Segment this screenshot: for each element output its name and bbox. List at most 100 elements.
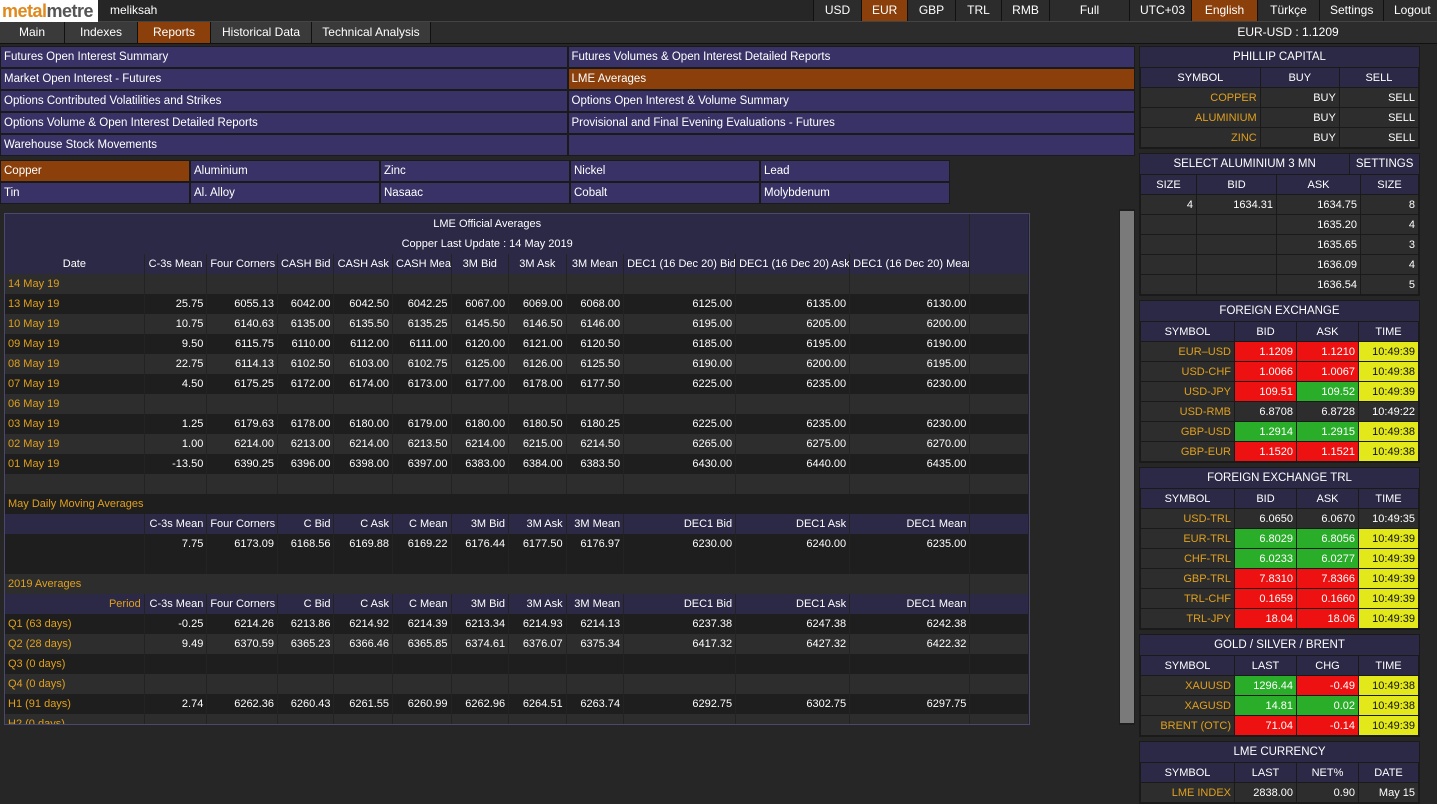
menu-item-options-contributed-volatilities-and-strikes[interactable]: Options Contributed Volatilities and Str… — [0, 90, 568, 112]
sell-button[interactable]: SELL — [1338, 127, 1420, 148]
blank-cell — [508, 474, 567, 494]
menu-row: Options Volume & Open Interest Detailed … — [0, 112, 1135, 134]
quote-symbol[interactable]: EUR-TRL — [1140, 528, 1235, 549]
metal-nickel[interactable]: Nickel — [570, 160, 760, 182]
menu-item-market-open-interest-futures[interactable]: Market Open Interest - Futures — [0, 68, 568, 90]
quote-bid: 6.8029 — [1234, 528, 1297, 549]
depth-col-bid: BID — [1196, 174, 1277, 195]
toplink-english[interactable]: English — [1191, 0, 1257, 21]
yearly-value — [333, 714, 394, 724]
row-date: 10 May 19 — [5, 314, 145, 334]
moving-value: 6240.00 — [735, 534, 851, 554]
row-value — [392, 274, 452, 294]
foreign-exchange-row-gbp-usd: GBP-USD 1.2914 1.2915 10:49:38 — [1140, 421, 1419, 442]
settings-button[interactable]: SETTINGS — [1349, 154, 1419, 174]
quote-symbol[interactable]: GBP-EUR — [1140, 441, 1235, 462]
col-header-cash-ask: CASH Ask — [333, 254, 394, 274]
metal-zinc[interactable]: Zinc — [380, 160, 570, 182]
toplink-full-screen[interactable]: Full Screen — [1049, 0, 1129, 37]
quote-bid: 1.2914 — [1234, 421, 1297, 442]
quote-symbol[interactable]: GBP-TRL — [1140, 568, 1235, 589]
scrollbar-thumb[interactable] — [1120, 211, 1134, 723]
quote-symbol[interactable]: LME INDEX — [1140, 782, 1235, 803]
quote-symbol[interactable]: BRENT (OTC) — [1140, 715, 1235, 736]
buy-button[interactable]: BUY — [1259, 127, 1340, 148]
menu-item-futures-open-interest-summary[interactable]: Futures Open Interest Summary — [0, 46, 568, 68]
menu-item-provisional-and-final-evening-evaluations-futures[interactable]: Provisional and Final Evening Evaluation… — [567, 112, 1135, 134]
buy-button[interactable]: BUY — [1259, 107, 1340, 128]
metal-cobalt[interactable]: Cobalt — [570, 182, 760, 204]
yearly-period: H1 (91 days) — [5, 694, 145, 714]
menu-item-options-open-interest-volume-summary[interactable]: Options Open Interest & Volume Summary — [567, 90, 1135, 112]
toplink-usd[interactable]: USD — [813, 0, 861, 21]
quote-symbol[interactable]: TRL-JPY — [1140, 608, 1235, 629]
metal-nasaac[interactable]: Nasaac — [380, 182, 570, 204]
tab-technical-analysis[interactable]: Technical Analysis — [312, 22, 431, 43]
toplink-settings[interactable]: Settings — [1319, 0, 1383, 21]
row-value: 6126.00 — [508, 354, 567, 374]
blank-cell — [144, 474, 208, 494]
row-value: 6225.00 — [623, 374, 737, 394]
yearly-value — [144, 674, 208, 694]
menu-item-lme-averages[interactable]: LME Averages — [567, 68, 1135, 90]
metal-tin[interactable]: Tin — [0, 182, 190, 204]
toplink-trl[interactable]: TRL — [955, 0, 1001, 21]
foreign-exchange-trl-table: SYMBOL BID ASK TIME USD-TRL 6.0650 6.0670 10:49… — [1140, 488, 1419, 629]
foreign-exchange-title: FOREIGN EXCHANGE — [1140, 301, 1419, 321]
metal-copper[interactable]: Copper — [0, 160, 190, 182]
tab-reports[interactable]: Reports — [138, 22, 211, 43]
depth-header: SIZE BID ASK SIZE — [1140, 174, 1419, 195]
metal-lead[interactable]: Lead — [760, 160, 950, 182]
row-value: 6115.75 — [206, 334, 278, 354]
quote-ask: 6.0277 — [1296, 548, 1359, 569]
row-value: 6195.00 — [735, 334, 851, 354]
quote-symbol[interactable]: USD-JPY — [1140, 381, 1235, 402]
select-instrument-dropdown[interactable]: SELECT ALUMINIUM 3 MN — [1140, 154, 1349, 174]
vertical-scrollbar[interactable] — [1119, 209, 1135, 725]
toplink-eur[interactable]: EUR — [861, 0, 907, 21]
quote-symbol[interactable]: USD-RMB — [1140, 401, 1235, 422]
yearly-value: 6374.61 — [451, 634, 510, 654]
lme-currency-header: SYMBOL LAST NET% DATE — [1140, 762, 1419, 783]
blank-row — [5, 554, 1029, 574]
sell-button[interactable]: SELL — [1338, 87, 1420, 108]
tab-historical-data[interactable]: Historical Data — [211, 22, 312, 43]
toplink-t-rk-e[interactable]: Türkçe — [1257, 0, 1319, 21]
yearly-period: Q3 (0 days) — [5, 654, 145, 674]
metal-al-alloy[interactable]: Al. Alloy — [190, 182, 380, 204]
tab-main[interactable]: Main — [0, 22, 65, 43]
quote-symbol[interactable]: XAGUSD — [1140, 695, 1235, 716]
row-value — [451, 394, 510, 414]
quote-symbol[interactable]: TRL-CHF — [1140, 588, 1235, 609]
sell-button[interactable]: SELL — [1338, 107, 1420, 128]
moving-value: 6169.22 — [392, 534, 452, 554]
toplink-utc-03[interactable]: UTC+03 — [1129, 0, 1191, 21]
buy-button[interactable]: BUY — [1259, 87, 1340, 108]
toplink-logout[interactable]: Logout — [1383, 0, 1437, 21]
quote-symbol[interactable]: USD-TRL — [1140, 508, 1235, 529]
menu-item-warehouse-stock-movements[interactable]: Warehouse Stock Movements — [0, 134, 568, 156]
quote-symbol[interactable]: CHF-TRL — [1140, 548, 1235, 569]
metal-molybdenum[interactable]: Molybdenum — [760, 182, 950, 204]
moving-value: 6176.44 — [451, 534, 510, 554]
depth-value: 1635.65 — [1276, 234, 1361, 255]
metal-aluminium[interactable]: Aluminium — [190, 160, 380, 182]
quote-symbol[interactable]: GBP-USD — [1140, 421, 1235, 442]
moving-col-header: C Bid — [277, 514, 335, 534]
toplink-gbp[interactable]: GBP — [907, 0, 955, 21]
moving-value: 6176.97 — [566, 534, 625, 554]
col-header-cash-bid: CASH Bid — [277, 254, 335, 274]
foreign-exchange-row-usd-chf: USD-CHF 1.0066 1.0067 10:49:38 — [1140, 361, 1419, 382]
menu-item-options-volume-open-interest-detailed-reports[interactable]: Options Volume & Open Interest Detailed … — [0, 112, 568, 134]
quote-symbol[interactable]: USD-CHF — [1140, 361, 1235, 382]
yearly-period: Q1 (63 days) — [5, 614, 145, 634]
quote-symbol[interactable]: XAUUSD — [1140, 675, 1235, 696]
metalmetre-logo[interactable]: metalmetre — [0, 0, 98, 22]
quote-symbol[interactable]: EUR–USD — [1140, 341, 1235, 362]
toplink-rmb[interactable]: RMB — [1001, 0, 1049, 21]
tab-indexes[interactable]: Indexes — [65, 22, 138, 43]
spacer-cell — [969, 334, 1029, 354]
row-value: 6215.00 — [508, 434, 567, 454]
menu-item-futures-volumes-open-interest-detailed-reports[interactable]: Futures Volumes & Open Interest Detailed… — [567, 46, 1135, 68]
quote-time: 10:49:39 — [1358, 548, 1419, 569]
